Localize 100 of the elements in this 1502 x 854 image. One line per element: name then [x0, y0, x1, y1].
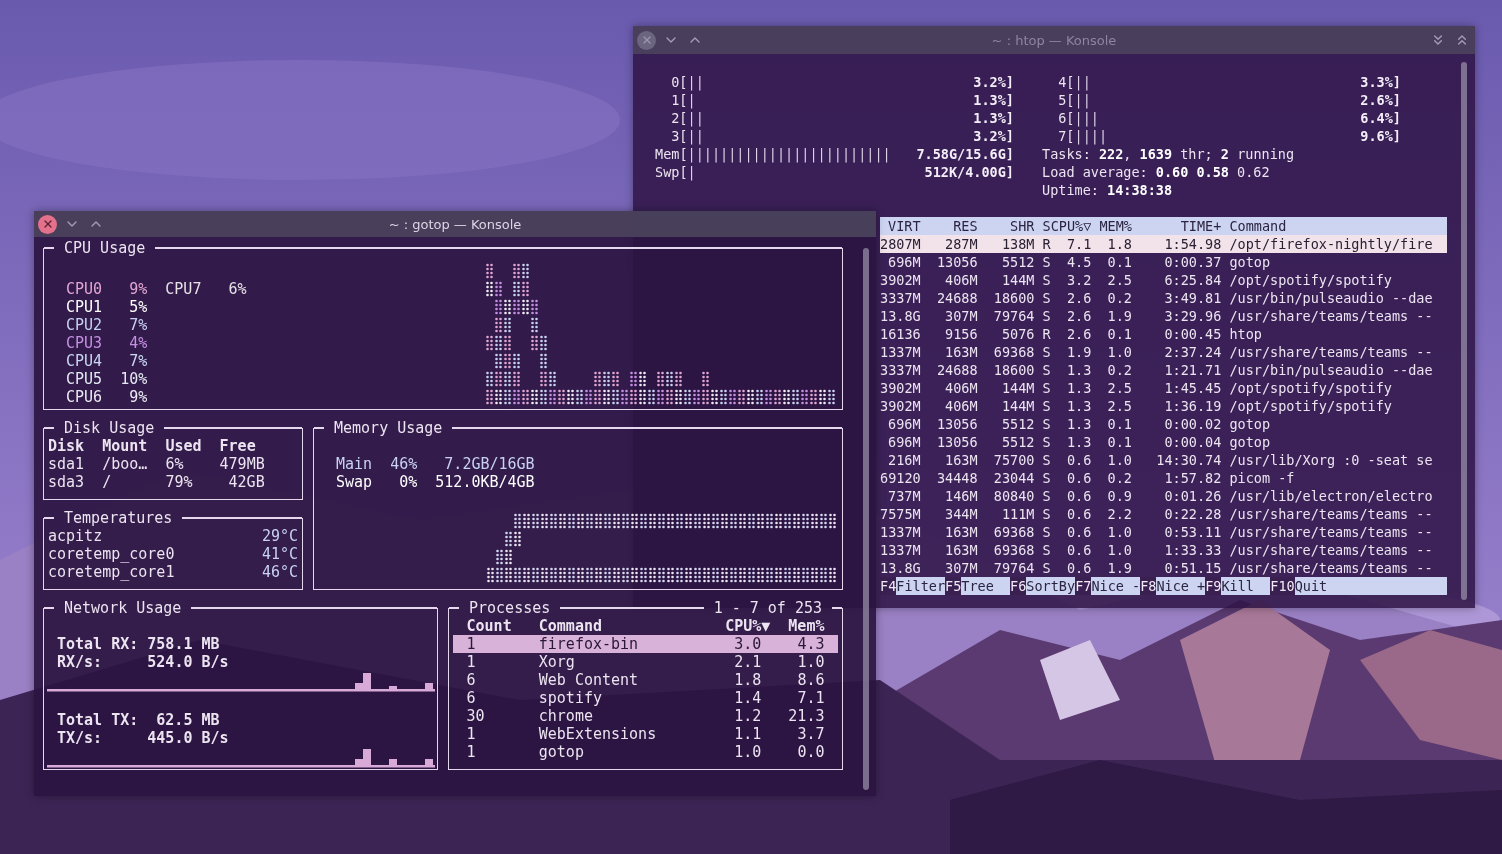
panel-title: Processes: [468, 599, 552, 617]
scrollbar[interactable]: [863, 248, 869, 790]
process-row[interactable]: 1 firefox-bin 3.0 4.3: [453, 635, 838, 653]
window-title: ~ : gotop — Konsole: [387, 216, 523, 232]
process-row[interactable]: 696M 13056 5512 S 1.3 0.1 0:00.02 gotop: [880, 415, 1447, 433]
column-header[interactable]: MEM%: [1091, 217, 1132, 235]
network-value: 524.0: [147, 653, 193, 671]
process-row[interactable]: 1337M 163M 69368 S 0.6 1.0 1:33.33 /usr/share/teams/teams --: [880, 541, 1447, 559]
table-cell-text: 79764: [992, 307, 1035, 325]
process-row[interactable]: 696M 13056 5512 S 4.5 0.1 0:00.37 gotop: [880, 253, 1447, 271]
column-header[interactable]: Count: [466, 617, 539, 635]
table-cell-text: 0.6: [1065, 505, 1092, 523]
process-row[interactable]: 1 WebExtensions 1.1 3.7: [453, 725, 838, 743]
table-cell-text: 0.2: [1106, 361, 1132, 379]
process-row[interactable]: 3902M 406M 144M S 1.3 2.5 1:45.45 /opt/spotify/spotify: [880, 379, 1447, 397]
process-row[interactable]: 6 Web Content 1.8 8.6: [453, 671, 838, 689]
column-header: Mount: [102, 437, 149, 455]
meter-label: 4[: [1057, 73, 1075, 91]
table-cell-text: 307M: [944, 307, 978, 325]
table-cell-text: S: [1041, 541, 1051, 559]
column-header[interactable]: SHR: [977, 217, 1035, 235]
table-cell-text: /usr/share/teams/teams --: [1228, 541, 1434, 559]
table-cell-text: 146M: [944, 487, 978, 505]
process-row[interactable]: 1 gotop 1.0 0.0: [453, 743, 838, 761]
table-cell-text: 4.3: [796, 635, 825, 653]
table-cell: 1337M: [880, 523, 921, 541]
process-row[interactable]: 3902M 406M 144M S 3.2 2.5 6:25.84 /opt/spotify/spotify: [880, 271, 1447, 289]
column-header[interactable]: Command: [1221, 217, 1447, 235]
column-header[interactable]: CPU%▽: [1050, 217, 1092, 235]
process-row[interactable]: 7575M 344M 111M S 0.6 2.2 0:22.28 /usr/share/teams/teams --: [880, 505, 1447, 523]
table-cell-text: S: [1041, 415, 1051, 433]
table-cell-text: 2.5: [1106, 379, 1132, 397]
table-cell-text: 13056: [935, 415, 978, 433]
process-row[interactable]: 3337M 24688 18600 S 2.6 0.2 3:49.81 /usr/bin/pulseaudio --dae: [880, 289, 1447, 307]
process-row[interactable]: 69120 34448 23044 S 0.6 0.2 1:57.82 picom -f: [880, 469, 1447, 487]
table-cell-text: 1.3: [1065, 433, 1092, 451]
table-cell-text: 69368: [992, 523, 1035, 541]
table-cell-text: /usr/share/teams/teams --: [1228, 505, 1434, 523]
table-cell-text: gotop: [538, 743, 585, 761]
table-cell-text: 2.5: [1106, 271, 1132, 289]
table-cell-text: firefox-bin: [538, 635, 640, 653]
cpu-name: CPU7: [165, 280, 202, 298]
process-row[interactable]: 6 spotify 1.4 7.1: [453, 689, 838, 707]
process-row[interactable]: 696M 13056 5512 S 1.3 0.1 0:00.04 gotop: [880, 433, 1447, 451]
meter-bars: |||||||||||||||||||||||||: [687, 145, 917, 163]
table-cell-text: 0.6: [1065, 559, 1092, 577]
table-cell-text: 1.3: [1065, 415, 1092, 433]
table-cell-text: 144M: [1000, 379, 1035, 397]
table-cell-text: /opt/spotify/spotify: [1228, 379, 1393, 397]
table-cell-text: 144M: [1000, 271, 1035, 289]
table-cell-text: 24688: [935, 361, 978, 379]
table-cell-text: Web Content: [538, 671, 640, 689]
process-row[interactable]: 737M 146M 80840 S 0.6 0.9 0:01.26 /usr/lib/electron/electro: [880, 487, 1447, 505]
panel-title: Disk Usage: [63, 419, 156, 437]
memory-amount: 7.2GB/16GB: [443, 455, 535, 473]
table-cell-text: 69368: [992, 541, 1035, 559]
table-cell-text: 696M: [887, 253, 921, 271]
table-cell-text: S: [1041, 559, 1051, 577]
table-cell-text: 6%: [165, 455, 185, 473]
table-cell-text: 0:53.11: [1163, 523, 1222, 541]
table-cell-text: 23044: [992, 469, 1035, 487]
process-row[interactable]: 3337M 24688 18600 S 1.3 0.2 1:21.71 /usr/bin/pulseaudio --dae: [880, 361, 1447, 379]
process-row[interactable]: 1 Xorg 2.1 1.0: [453, 653, 838, 671]
process-row[interactable]: 3902M 406M 144M S 1.3 2.5 1:36.19 /opt/spotify/spotify: [880, 397, 1447, 415]
process-row[interactable]: 1337M 163M 69368 S 1.9 1.0 2:37.24 /usr/share/teams/teams --: [880, 343, 1447, 361]
network-label: RX/s:: [57, 653, 104, 671]
table-cell-text: S: [1041, 523, 1051, 541]
column-header[interactable]: TIME+: [1131, 217, 1222, 235]
process-row[interactable]: 1337M 163M 69368 S 0.6 1.0 0:53.11 /usr/share/teams/teams --: [880, 523, 1447, 541]
table-cell-text: 0:00.04: [1163, 433, 1222, 451]
table-cell-text: 216M: [887, 451, 921, 469]
process-row[interactable]: 13.8G 307M 79764 S 2.6 1.9 3:29.96 /usr/share/teams/teams --: [880, 307, 1447, 325]
table-cell-text: 0:00.45: [1163, 325, 1222, 343]
table-cell-text: S: [1041, 505, 1051, 523]
table-cell-text: 163M: [944, 541, 978, 559]
column-header[interactable]: VIRT: [880, 217, 921, 235]
meter-bars: |: [687, 163, 925, 181]
column-header[interactable]: S: [1034, 217, 1051, 235]
table-cell-text: 0:51.15: [1163, 559, 1222, 577]
table-cell-text: 163M: [944, 451, 978, 469]
table-cell-text: 79%: [165, 473, 194, 491]
process-row[interactable]: 16136 9156 5076 R 2.6 0.1 0:00.45 htop: [880, 325, 1447, 343]
column-header[interactable]: CPU%▼: [716, 617, 771, 635]
process-row[interactable]: 13.8G 307M 79764 S 0.6 1.9 0:51.15 /usr/share/teams/teams --: [880, 559, 1447, 577]
close-button[interactable]: [38, 214, 57, 234]
process-row[interactable]: 216M 163M 75700 S 0.6 1.0 14:30.74 /usr/lib/Xorg :0 -seat se: [880, 451, 1447, 469]
column-header[interactable]: Command: [538, 617, 717, 635]
close-button[interactable]: [637, 30, 656, 50]
process-row[interactable]: 2807M 287M 138M R 7.1 1.8 1:54.98 /opt/firefox-nightly/fire: [880, 235, 1447, 253]
meter-value: 2.6%]: [1360, 91, 1401, 109]
process-row[interactable]: 30 chrome 1.2 21.3: [453, 707, 838, 725]
meter-bars: ||: [687, 127, 974, 145]
column-header[interactable]: RES: [920, 217, 978, 235]
table-cell-text: 0.6: [1065, 451, 1092, 469]
scrollbar[interactable]: [1461, 62, 1467, 600]
table-cell-text: /usr/share/teams/teams --: [1228, 343, 1434, 361]
table-cell-text: R: [1041, 325, 1051, 343]
table-cell-text: gotop: [1228, 415, 1272, 433]
table-cell-text: 1.8: [1106, 235, 1132, 253]
column-header[interactable]: Mem%: [770, 617, 825, 635]
